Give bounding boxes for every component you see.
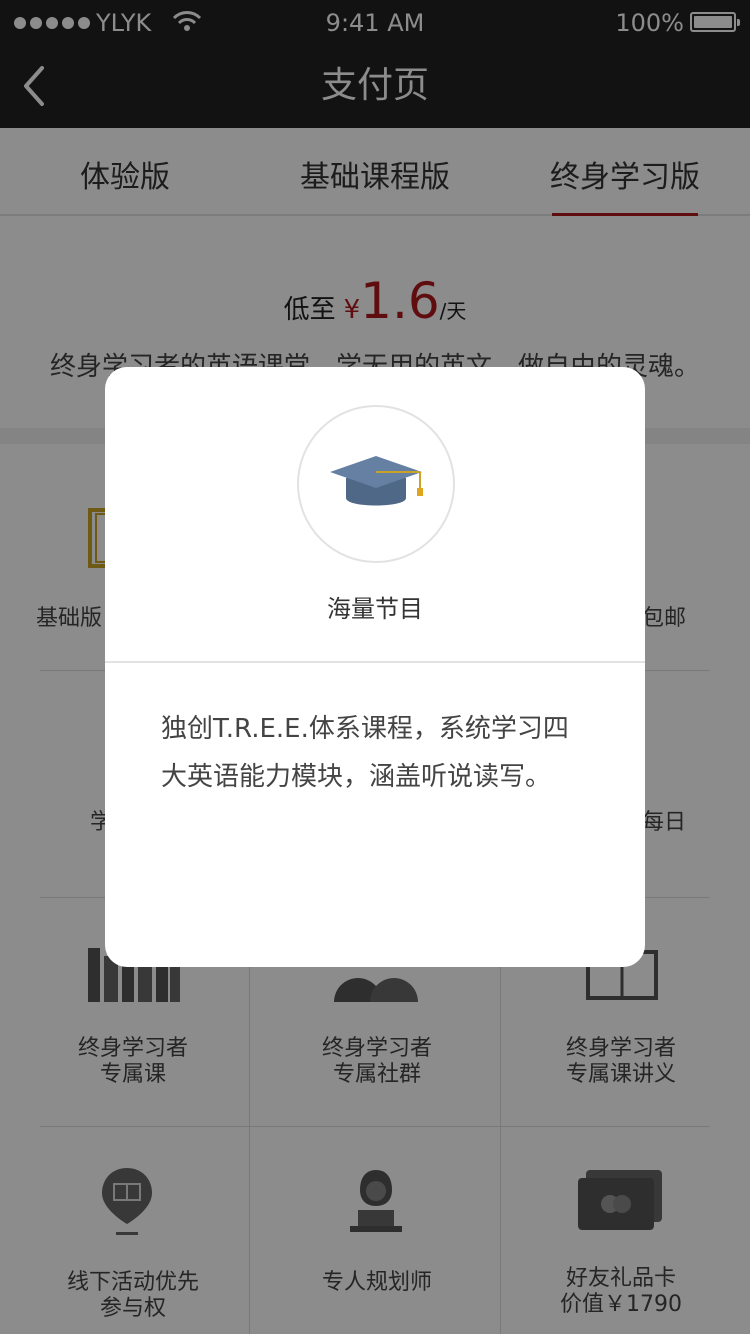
modal-divider (105, 661, 645, 663)
graduation-cap-icon (330, 456, 423, 506)
modal-description: 独创T.R.E.E.体系课程，系统学习四大英语能力模块，涵盖听说读写。 (161, 714, 569, 792)
modal-icon-circle (297, 405, 455, 563)
modal-title: 海量节目 (327, 595, 423, 623)
benefit-detail-modal: 海量节目 独创T.R.E.E.体系课程，系统学习四大英语能力模块，涵盖听说读写。 (105, 367, 645, 967)
